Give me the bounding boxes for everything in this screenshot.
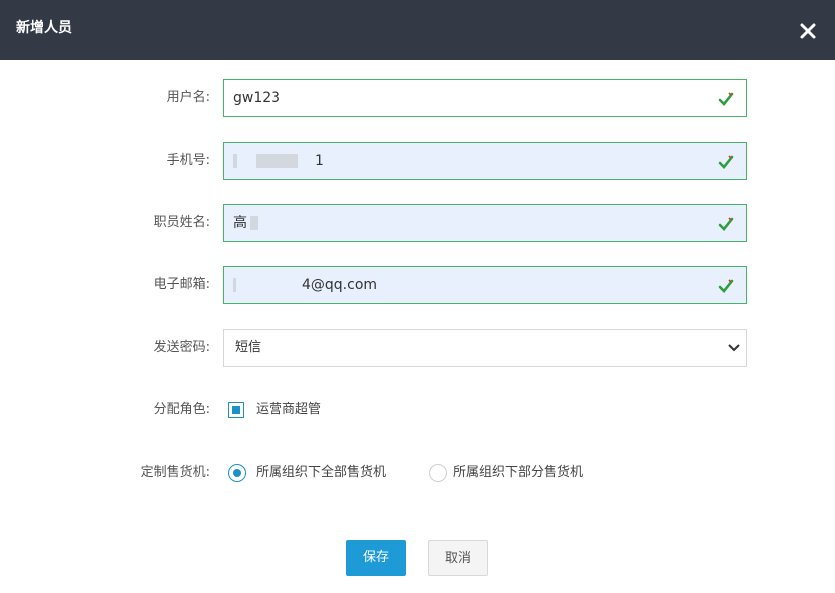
redacted-block	[233, 154, 237, 168]
vending-all-label: 所属组织下全部售货机	[256, 465, 387, 480]
role-option-label: 运营商超管	[256, 402, 322, 417]
dialog-header: 新增人员	[0, 0, 835, 60]
valid-check-icon	[718, 217, 734, 231]
username-value: gw123	[233, 90, 281, 106]
email-input[interactable]: 4@qq.com	[223, 266, 747, 304]
phone-value: 1	[315, 153, 324, 169]
dialog-title: 新增人员	[16, 20, 72, 36]
username-input[interactable]: gw123	[223, 79, 747, 117]
cancel-button[interactable]: 取消	[428, 540, 488, 576]
save-button[interactable]: 保存	[346, 540, 406, 576]
phone-label: 手机号:	[166, 153, 210, 168]
email-label: 电子邮箱:	[153, 277, 210, 292]
role-label: 分配角色:	[153, 402, 210, 417]
username-label: 用户名:	[166, 90, 210, 105]
valid-check-icon	[718, 92, 734, 106]
redacted-block	[233, 278, 236, 292]
close-icon	[800, 23, 816, 39]
name-value: 高	[233, 215, 247, 231]
send-password-label: 发送密码:	[153, 340, 210, 355]
name-input[interactable]: 高	[223, 204, 747, 242]
name-label: 职员姓名:	[153, 215, 210, 230]
vending-all-radio[interactable]	[228, 464, 246, 482]
vending-label: 定制售货机:	[140, 465, 210, 480]
redacted-block	[250, 216, 258, 230]
vending-partial-radio[interactable]	[429, 464, 447, 482]
close-button[interactable]	[799, 22, 817, 40]
role-checkbox[interactable]	[228, 402, 244, 418]
valid-check-icon	[718, 279, 734, 293]
send-password-value: 短信	[235, 340, 262, 355]
vending-partial-label: 所属组织下部分售货机	[453, 465, 584, 480]
email-value: 4@qq.com	[302, 277, 378, 293]
valid-check-icon	[718, 155, 734, 169]
phone-input[interactable]: 1	[223, 142, 747, 180]
redacted-block	[256, 154, 298, 168]
send-password-select[interactable]: 短信	[223, 329, 747, 367]
chevron-down-icon	[728, 344, 740, 352]
